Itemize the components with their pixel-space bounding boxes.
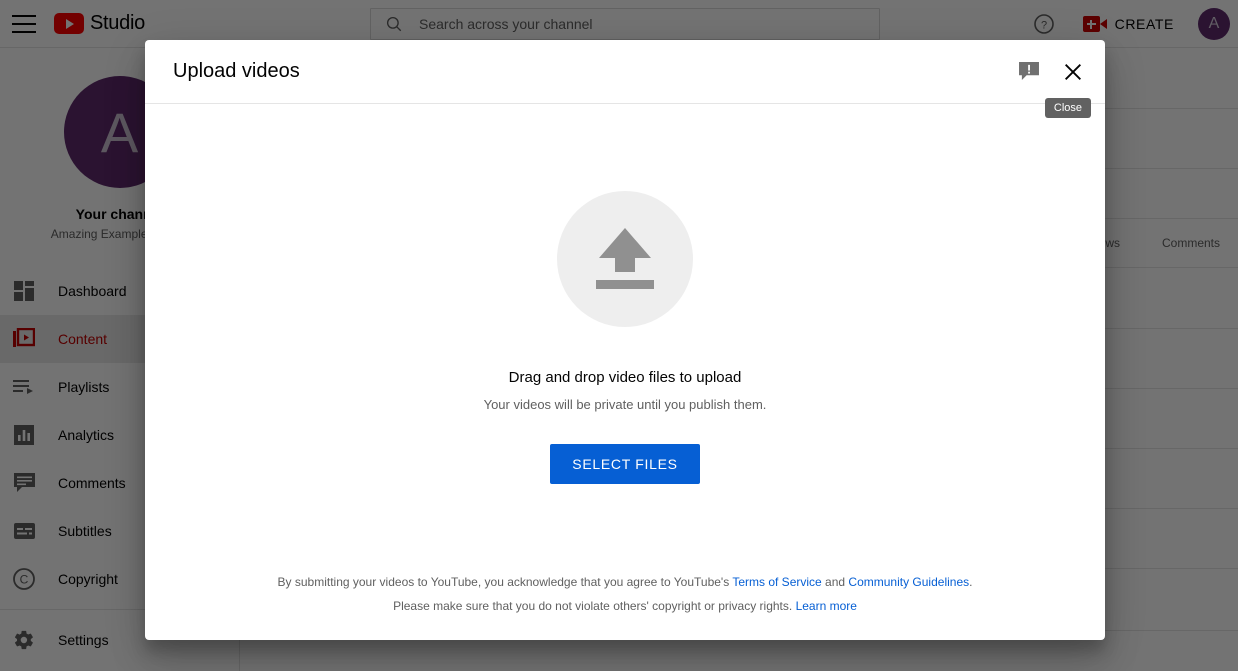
footer-line-2: Please make sure that you do not violate… [145,594,1105,618]
footer-line-1: By submitting your videos to YouTube, yo… [145,570,1105,594]
dialog-header: Upload videos Close [145,40,1105,104]
upload-arrow-icon [557,191,693,327]
screen: Studio Search across your channel ? [0,0,1238,671]
footer-text: . [969,575,972,589]
select-files-button[interactable]: SELECT FILES [550,444,699,484]
dialog-title: Upload videos [173,60,300,83]
dialog-body[interactable]: Drag and drop video files to upload Your… [145,104,1105,640]
terms-of-service-link[interactable]: Terms of Service [732,575,821,589]
footer-text: and [822,575,849,589]
drop-zone-title: Drag and drop video files to upload [509,369,742,386]
close-tooltip: Close [1045,98,1091,118]
dialog-footer: By submitting your videos to YouTube, yo… [145,570,1105,618]
close-icon[interactable] [1059,58,1087,86]
upload-videos-dialog: Upload videos Close Drag and drop video … [145,40,1105,640]
dialog-header-actions [1015,58,1087,86]
drop-zone-subtitle: Your videos will be private until you pu… [484,397,767,412]
community-guidelines-link[interactable]: Community Guidelines [848,575,969,589]
footer-text: By submitting your videos to YouTube, yo… [278,575,733,589]
footer-text: Please make sure that you do not violate… [393,599,796,613]
learn-more-link[interactable]: Learn more [796,599,857,613]
feedback-icon[interactable] [1015,58,1043,86]
